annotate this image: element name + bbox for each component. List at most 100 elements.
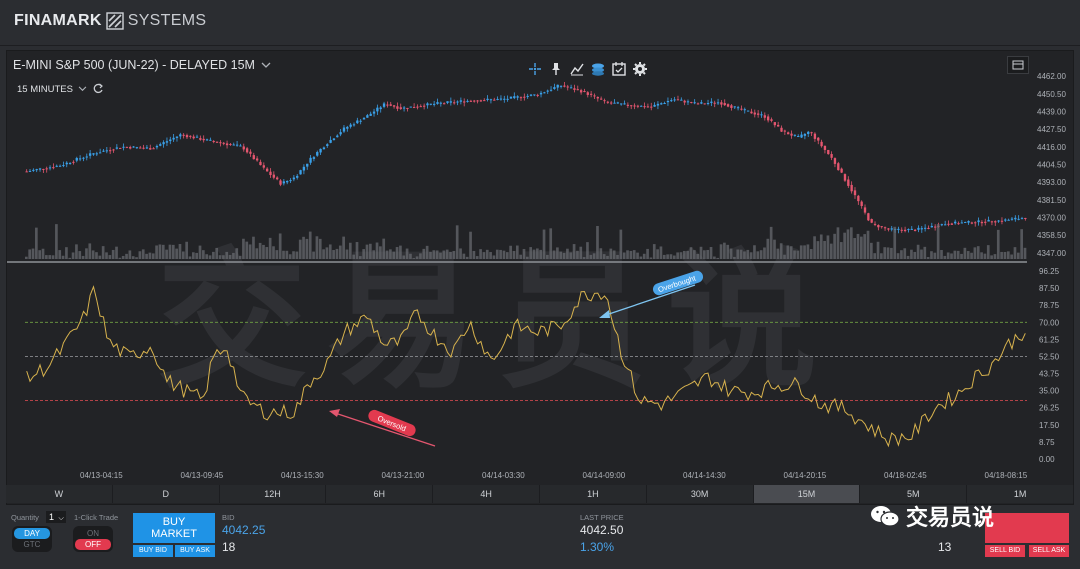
volume-bar bbox=[813, 236, 816, 259]
candle-body bbox=[990, 221, 994, 223]
instrument-selector[interactable]: E-MINI S&P 500 (JUN-22) - DELAYED 15M bbox=[13, 58, 271, 72]
buy-bid-button[interactable]: BUY BID bbox=[133, 545, 173, 557]
volume-bar bbox=[38, 250, 42, 259]
calendar-icon[interactable] bbox=[611, 61, 627, 77]
candle-body bbox=[666, 100, 670, 103]
candle-body bbox=[412, 107, 416, 109]
candle-body bbox=[352, 124, 356, 126]
pin-icon[interactable] bbox=[548, 61, 564, 77]
candle-body bbox=[105, 150, 108, 152]
volume-bar bbox=[379, 246, 382, 259]
candle-body bbox=[553, 87, 556, 89]
volume-bar bbox=[101, 246, 105, 259]
timeframe-option-1h[interactable]: 1H bbox=[540, 485, 647, 503]
timeframe-option-30m[interactable]: 30M bbox=[647, 485, 754, 503]
candle-body bbox=[155, 145, 159, 148]
volume-bar bbox=[649, 257, 653, 259]
line-chart-icon[interactable] bbox=[569, 61, 585, 77]
gear-icon[interactable] bbox=[632, 61, 648, 77]
volume-bar bbox=[372, 250, 376, 259]
off-option[interactable]: OFF bbox=[75, 539, 111, 550]
volume-bar bbox=[849, 227, 853, 259]
candle-body bbox=[209, 139, 212, 141]
volume-bar bbox=[258, 242, 262, 259]
candle-body bbox=[930, 225, 933, 228]
candle-body bbox=[513, 96, 516, 99]
gtc-option[interactable]: GTC bbox=[14, 539, 50, 550]
candle-body bbox=[189, 135, 192, 137]
candle-body bbox=[342, 127, 346, 132]
candle-body bbox=[339, 132, 342, 135]
candle-body bbox=[994, 221, 997, 223]
timeframe-option-12h[interactable]: 12H bbox=[220, 485, 327, 503]
volume-bar bbox=[853, 238, 856, 259]
candle-body bbox=[589, 93, 593, 95]
volume-bar bbox=[455, 225, 459, 259]
candle-body bbox=[119, 147, 122, 149]
candle-body bbox=[519, 97, 523, 99]
timeframe-option-15m[interactable]: 15M bbox=[753, 485, 861, 503]
volume-bar bbox=[656, 249, 659, 259]
volume-bar bbox=[222, 255, 225, 259]
candle-body bbox=[62, 165, 65, 167]
timeframe-option-w[interactable]: W bbox=[6, 485, 113, 503]
candle-body bbox=[219, 142, 222, 144]
candle-body bbox=[750, 111, 753, 114]
candle-body bbox=[483, 100, 486, 102]
sell-market-button[interactable] bbox=[985, 513, 1069, 543]
candle-body bbox=[606, 101, 609, 103]
volume-bar bbox=[906, 255, 910, 259]
time-axis-tick: 04/13-15:30 bbox=[281, 471, 324, 480]
panel-options-button[interactable] bbox=[1007, 56, 1029, 74]
price-axis-tick: 4439.00 bbox=[1037, 107, 1066, 116]
candle-body bbox=[52, 167, 55, 169]
refresh-icon[interactable] bbox=[92, 83, 104, 95]
candle-body bbox=[877, 225, 880, 228]
volume-bar bbox=[719, 244, 723, 259]
tif-toggle[interactable]: DAY GTC bbox=[12, 526, 52, 552]
volume-bar bbox=[806, 244, 810, 259]
volume-bar bbox=[589, 254, 593, 259]
candle-body bbox=[900, 229, 903, 231]
candle-body bbox=[797, 136, 800, 138]
candle-body bbox=[716, 102, 720, 104]
volume-bar bbox=[723, 242, 726, 259]
volume-bar bbox=[639, 256, 643, 259]
last-change: 1.30% bbox=[580, 540, 615, 554]
one-click-toggle[interactable]: ON OFF bbox=[73, 526, 113, 552]
quantity-input[interactable]: 1 ⌵ bbox=[46, 511, 66, 523]
timeframe-option-6h[interactable]: 6H bbox=[326, 485, 434, 503]
volume-bar bbox=[28, 249, 32, 259]
candle-body bbox=[940, 224, 943, 226]
candle-body bbox=[847, 179, 850, 186]
candle-body bbox=[890, 228, 893, 230]
candle-body bbox=[332, 138, 336, 141]
crosshair-icon[interactable] bbox=[527, 61, 543, 77]
volume-bar bbox=[936, 224, 940, 259]
layers-icon[interactable] bbox=[590, 61, 606, 77]
timeframe-selector[interactable]: 15 MINUTES bbox=[17, 83, 104, 95]
candle-body bbox=[319, 148, 322, 153]
volume-bar bbox=[155, 245, 158, 259]
timeframe-option-4h[interactable]: 4H bbox=[433, 485, 540, 503]
volume-bar bbox=[562, 252, 566, 259]
sell-bid-button[interactable]: SELL BID bbox=[985, 545, 1025, 557]
volume-bar bbox=[773, 239, 776, 259]
timeframe-option-d[interactable]: D bbox=[113, 485, 220, 503]
candle-body bbox=[913, 229, 917, 231]
buy-market-button[interactable]: BUY MARKET bbox=[133, 513, 215, 543]
candle-body bbox=[920, 228, 923, 230]
volume-bar bbox=[566, 248, 569, 259]
buy-ask-button[interactable]: BUY ASK bbox=[175, 545, 215, 557]
on-option[interactable]: ON bbox=[75, 528, 111, 539]
volume-bar bbox=[509, 245, 512, 259]
day-option[interactable]: DAY bbox=[14, 528, 50, 539]
price-chart[interactable]: 交易员说4462.004450.504439.004427.504416.004… bbox=[7, 51, 1075, 486]
candle-body bbox=[32, 169, 35, 171]
wechat-icon bbox=[871, 506, 900, 527]
volume-bar bbox=[569, 252, 573, 259]
volume-bar bbox=[676, 252, 679, 259]
candle-body bbox=[863, 207, 867, 213]
volume-bar bbox=[839, 242, 843, 259]
sell-ask-button[interactable]: SELL ASK bbox=[1029, 545, 1069, 557]
